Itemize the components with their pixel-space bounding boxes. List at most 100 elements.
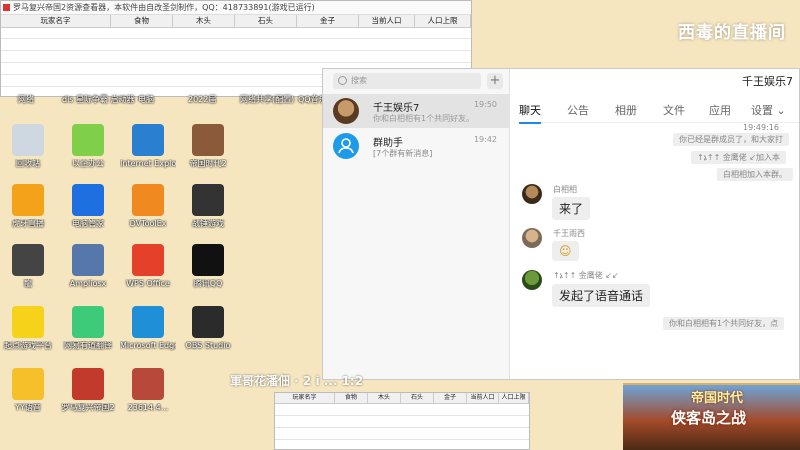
desktop-icon-label: 罗马复兴帝国2 bbox=[61, 403, 115, 412]
desktop-icon[interactable]: 起点游戏平台 bbox=[0, 306, 56, 351]
desktop-icon[interactable]: 罗马复兴帝国2 bbox=[60, 368, 116, 413]
column-header[interactable]: 当前人口 bbox=[359, 15, 415, 27]
system-message: 白相相加入本群。 bbox=[717, 168, 793, 181]
desktop-icon[interactable]: 23614.4... bbox=[120, 368, 176, 413]
tab-album[interactable]: 相册 bbox=[615, 102, 637, 118]
game-advertisement[interactable]: 帝国时代 侠客岛之战 bbox=[623, 383, 800, 450]
tab-apps[interactable]: 应用 bbox=[709, 102, 731, 118]
desktop-icon-label: WPS Office bbox=[126, 279, 170, 288]
ad-subtitle: 侠客岛之战 bbox=[671, 409, 747, 427]
search-input[interactable]: 搜索 bbox=[333, 73, 481, 89]
column-header[interactable]: 食物 bbox=[111, 15, 173, 27]
recycle-bin-icon bbox=[12, 124, 44, 156]
system-message: 你和白相相有1个共同好友，点 bbox=[663, 317, 785, 330]
conversation-item[interactable]: 千王娱乐7 你和白相相有1个共同好友。 19:50 bbox=[323, 94, 509, 128]
emoji-bubble[interactable]: ☺ bbox=[552, 241, 579, 261]
conversation-item[interactable]: 群助手 [7个群有新消息] 19:42 bbox=[323, 129, 509, 163]
desktop-icon[interactable]: 电脑管家 bbox=[60, 184, 116, 229]
viewer-grid-body[interactable] bbox=[275, 404, 529, 449]
chat-title: 千王娱乐7 bbox=[742, 75, 793, 88]
column-header[interactable]: 人口上限 bbox=[499, 393, 529, 403]
desktop-icon-label: Internet Explorer bbox=[120, 159, 176, 168]
desktop-icon-label: 电脑管家 bbox=[72, 219, 104, 228]
message-timestamp: 19:49:16 bbox=[743, 123, 779, 132]
column-header[interactable]: 金子 bbox=[434, 393, 467, 403]
avatar bbox=[522, 228, 542, 248]
desktop-icon[interactable]: Microsoft Edge bbox=[120, 306, 176, 351]
desktop-icon-label: 以企办公 bbox=[72, 159, 104, 168]
desktop-icon[interactable]: DVToolEx bbox=[120, 184, 176, 229]
avatar bbox=[333, 98, 359, 124]
desktop-icon[interactable]: 虎牙直播 bbox=[0, 184, 56, 229]
desktop-icon-label: 23614.4... bbox=[127, 403, 169, 412]
column-header[interactable]: 木头 bbox=[173, 15, 235, 27]
game-icon bbox=[192, 124, 224, 156]
desktop-icon-label: Ampliosx bbox=[69, 279, 107, 288]
desktop-icon[interactable]: WPS Office bbox=[120, 244, 176, 289]
column-header[interactable]: 金子 bbox=[297, 15, 359, 27]
desktop-icon[interactable]: 战锤游戏 bbox=[180, 184, 236, 229]
message-bubble[interactable]: 来了 bbox=[552, 197, 591, 220]
tab-settings[interactable]: 设置 ⌄ bbox=[751, 102, 786, 118]
obs-icon bbox=[192, 306, 224, 338]
desktop-icon-label: 网易有道翻译 bbox=[64, 341, 112, 350]
desktop-icon[interactable]: Internet Explorer bbox=[120, 124, 176, 169]
overlay-text: 軍哥花潘佃 · 2 i ... 1:2 bbox=[230, 374, 364, 388]
yy-icon bbox=[12, 368, 44, 400]
desktop-icon[interactable]: OBS Studio bbox=[180, 306, 236, 351]
search-placeholder: 搜索 bbox=[351, 76, 367, 85]
desktop-icon-label: 2022届 bbox=[188, 95, 217, 104]
column-header[interactable]: 食物 bbox=[335, 393, 368, 403]
column-header[interactable]: 石头 bbox=[235, 15, 297, 27]
dragon-icon bbox=[12, 244, 44, 276]
desktop-icon[interactable]: YY语音 bbox=[0, 368, 56, 413]
desktop-icon-label: 回收站 bbox=[16, 159, 40, 168]
flower-icon bbox=[72, 124, 104, 156]
tab-announcement[interactable]: 公告 bbox=[567, 102, 589, 118]
column-header[interactable]: 玩家名字 bbox=[1, 15, 111, 27]
desktop-icon-label: 起点游戏平台 bbox=[4, 341, 52, 350]
viewer-grid-header: 玩家名字 食物 木头 石头 金子 当前人口 人口上限 bbox=[275, 393, 529, 404]
desktop-icon[interactable]: Ampliosx bbox=[60, 244, 116, 289]
conversation-preview: [7个群有新消息] bbox=[373, 149, 433, 158]
desktop-icon[interactable]: 帝国时代2 bbox=[180, 124, 236, 169]
desktop-icon-label: dis 星际争霸 启动器 bbox=[62, 95, 135, 104]
tab-files[interactable]: 文件 bbox=[663, 102, 685, 118]
sender-name: 千王雨西 bbox=[553, 229, 585, 238]
conversation-name: 群助手 bbox=[373, 138, 403, 149]
column-header[interactable]: 当前人口 bbox=[467, 393, 499, 403]
android-icon bbox=[72, 306, 104, 338]
desktop-icon-label: 网络 bbox=[18, 95, 34, 104]
ie-icon bbox=[132, 124, 164, 156]
desktop-icon[interactable]: 以企办公 bbox=[60, 124, 116, 169]
desktop-icon-label: YY语音 bbox=[15, 403, 41, 412]
qq-chat-window[interactable]: 搜索 + 千王娱乐7 你和白相相有1个共同好友。 19:50 群助手 [7个群有… bbox=[322, 68, 800, 380]
viewer-title: 罗马复兴帝国2资源查看器，本软件由自改圣剑制作，QQ：418733891(游戏已… bbox=[13, 3, 315, 12]
desktop-icon-label: 帝国时代2 bbox=[189, 159, 227, 168]
add-button[interactable]: + bbox=[487, 73, 503, 89]
duck-icon bbox=[12, 306, 44, 338]
edge-icon bbox=[132, 306, 164, 338]
photo-icon bbox=[132, 368, 164, 400]
column-header[interactable]: 玩家名字 bbox=[275, 393, 335, 403]
voice-call-bubble[interactable]: 发起了语音通话 bbox=[552, 284, 651, 307]
desktop-icon-label: 网络共享(配置) bbox=[240, 95, 295, 104]
desktop-icon[interactable]: 龍 bbox=[0, 244, 56, 289]
secondary-viewer-window[interactable]: 玩家名字 食物 木头 石头 金子 当前人口 人口上限 bbox=[274, 392, 530, 450]
column-header[interactable]: 人口上限 bbox=[415, 15, 471, 27]
column-header[interactable]: 石头 bbox=[401, 393, 434, 403]
tab-chat[interactable]: 聊天 bbox=[519, 102, 541, 124]
huya-icon bbox=[12, 184, 44, 216]
viewer-title-bar[interactable]: 罗马复兴帝国2资源查看器，本软件由自改圣剑制作，QQ：418733891(游戏已… bbox=[1, 1, 471, 15]
desktop-icon-label: 电脑 bbox=[138, 95, 154, 104]
search-icon bbox=[338, 76, 347, 85]
sender-name: ↑ኔ↑↑ 金鹰佬 ↙↙ bbox=[553, 271, 619, 280]
desktop-icon-label: 战锤游戏 bbox=[192, 219, 224, 228]
desktop-icon[interactable]: 网易有道翻译 bbox=[60, 306, 116, 351]
desktop-icon[interactable]: 回收站 bbox=[0, 124, 56, 169]
system-message: 你已经是群成员了，和大家打 bbox=[673, 133, 789, 146]
system-message: ↑ኔ↑↑ 金鹰佬 ↙加入本 bbox=[691, 151, 787, 164]
tool-icon bbox=[72, 244, 104, 276]
column-header[interactable]: 木头 bbox=[368, 393, 401, 403]
desktop-icon[interactable]: 腾讯QQ bbox=[180, 244, 236, 289]
